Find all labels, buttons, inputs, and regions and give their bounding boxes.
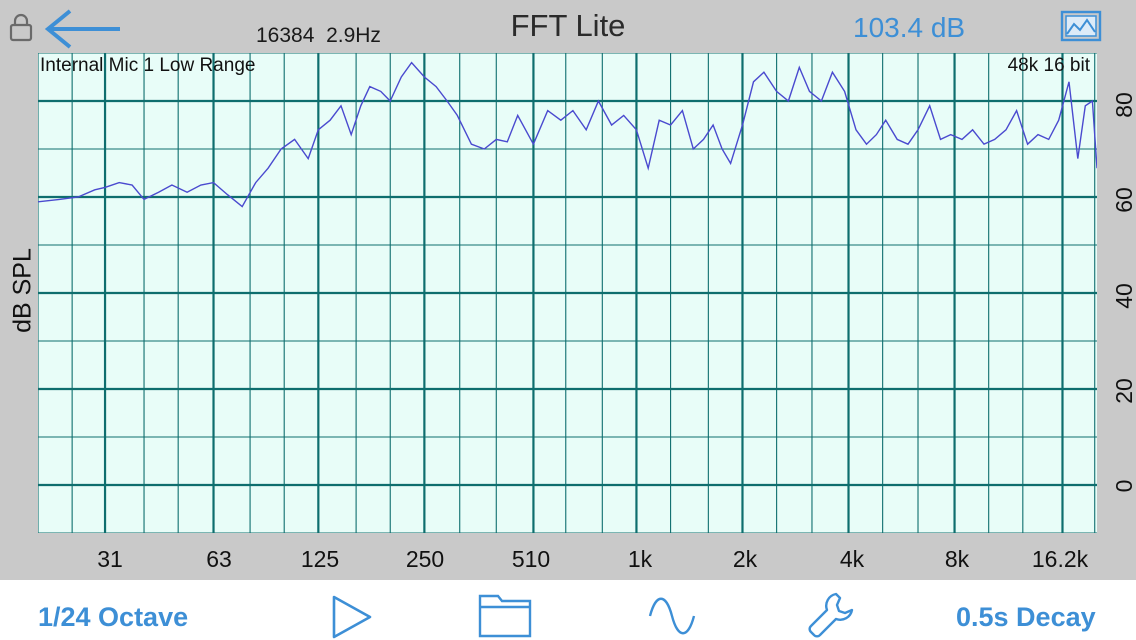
frequency-resolution: 2.9Hz <box>326 24 381 47</box>
y-tick-label: 20 <box>1111 378 1136 404</box>
x-tick-label: 16.2k <box>1031 546 1089 572</box>
fft-info: 16384 2.9Hz <box>256 24 381 48</box>
x-tick-label: 8k <box>944 546 970 572</box>
format-label: 48k 16 bit <box>1007 55 1090 76</box>
x-tick-label: 250 <box>405 546 445 572</box>
decay-button[interactable]: 0.5s Decay <box>956 602 1096 633</box>
x-tick-label: 2k <box>732 546 758 572</box>
y-tick-label: 0 <box>1111 479 1136 493</box>
level-readout[interactable]: 103.4 dB <box>853 12 965 44</box>
x-tick-label: 1k <box>627 546 653 572</box>
folder-icon[interactable] <box>478 590 532 638</box>
y-tick-label: 40 <box>1111 283 1136 309</box>
y-tick-label: 60 <box>1111 187 1136 213</box>
back-button[interactable] <box>40 8 124 50</box>
x-tick-label: 31 <box>97 546 123 572</box>
spectrum-chart <box>38 53 1097 533</box>
arrow-left-icon <box>44 9 120 49</box>
wrench-icon[interactable] <box>806 588 858 640</box>
y-axis-label: dB SPL <box>8 248 37 333</box>
x-tick-label: 125 <box>300 546 340 572</box>
grid-major <box>38 53 1097 533</box>
x-tick-label: 63 <box>206 546 232 572</box>
lock-icon[interactable] <box>8 12 34 42</box>
image-icon[interactable] <box>1060 10 1102 42</box>
sine-wave-icon[interactable] <box>648 597 696 635</box>
resolution-button[interactable]: 1/24 Octave <box>38 602 188 633</box>
top-bar <box>0 0 1136 52</box>
y-tick-label: 80 <box>1111 92 1136 118</box>
x-tick-label: 4k <box>839 546 865 572</box>
input-label: Internal Mic 1 Low Range <box>40 55 256 76</box>
play-icon[interactable] <box>330 594 374 640</box>
x-tick-label: 510 <box>511 546 551 572</box>
fft-size: 16384 <box>256 24 315 47</box>
spectrum-trace <box>38 61 1097 208</box>
